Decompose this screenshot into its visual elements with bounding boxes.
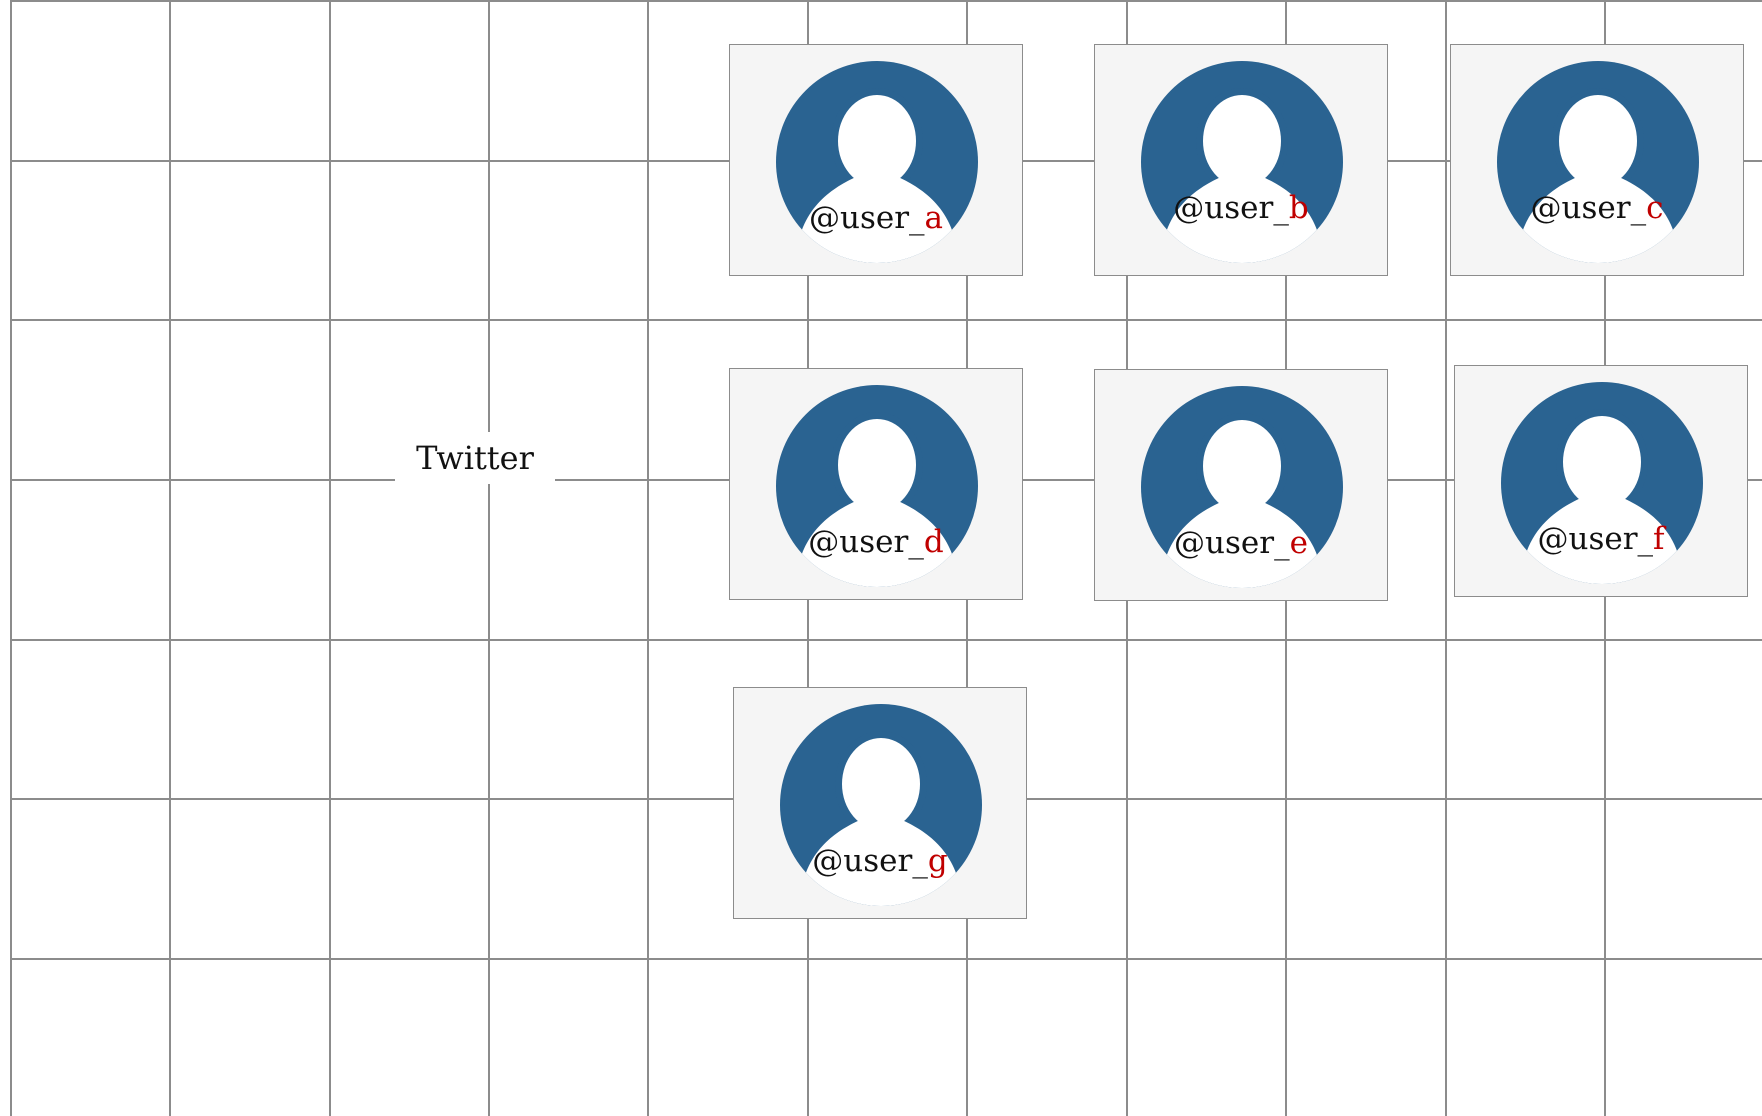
handle-suffix: e bbox=[1289, 525, 1308, 561]
user-card-b[interactable]: @user_b bbox=[1094, 44, 1388, 276]
handle-prefix: @user_ bbox=[808, 200, 925, 236]
user-handle: @user_f bbox=[1455, 524, 1747, 555]
user-card-g[interactable]: @user_g bbox=[733, 687, 1027, 919]
user-card-c[interactable]: @user_c bbox=[1450, 44, 1744, 276]
user-handle: @user_e bbox=[1095, 528, 1387, 559]
user-handle: @user_a bbox=[730, 203, 1022, 234]
handle-prefix: @user_ bbox=[808, 524, 924, 560]
user-card-a[interactable]: @user_a bbox=[729, 44, 1023, 276]
user-avatar-icon bbox=[1495, 59, 1701, 265]
handle-suffix: d bbox=[923, 524, 944, 560]
handle-suffix: a bbox=[924, 200, 944, 236]
user-card-d[interactable]: @user_d bbox=[729, 368, 1023, 600]
twitter-root-label: Twitter bbox=[395, 432, 555, 484]
handle-prefix: @user_ bbox=[1174, 525, 1290, 561]
handle-prefix: @user_ bbox=[1173, 190, 1289, 226]
handle-prefix: @user_ bbox=[1537, 521, 1654, 557]
handle-prefix: @user_ bbox=[812, 843, 928, 879]
user-card-f[interactable]: @user_f bbox=[1454, 365, 1748, 597]
user-card-e[interactable]: @user_e bbox=[1094, 369, 1388, 601]
user-avatar-icon bbox=[1139, 59, 1345, 265]
handle-suffix: b bbox=[1288, 190, 1309, 226]
handle-suffix: g bbox=[927, 843, 948, 879]
handle-suffix: c bbox=[1646, 190, 1664, 226]
user-handle: @user_b bbox=[1095, 193, 1387, 224]
user-handle: @user_d bbox=[730, 527, 1022, 558]
handle-prefix: @user_ bbox=[1530, 190, 1647, 226]
diagram-canvas: Twitter @user_a @user_b @user_c @user_d … bbox=[0, 0, 1762, 1116]
handle-suffix: f bbox=[1653, 521, 1665, 557]
user-handle: @user_c bbox=[1451, 193, 1743, 224]
user-handle: @user_g bbox=[734, 846, 1026, 877]
